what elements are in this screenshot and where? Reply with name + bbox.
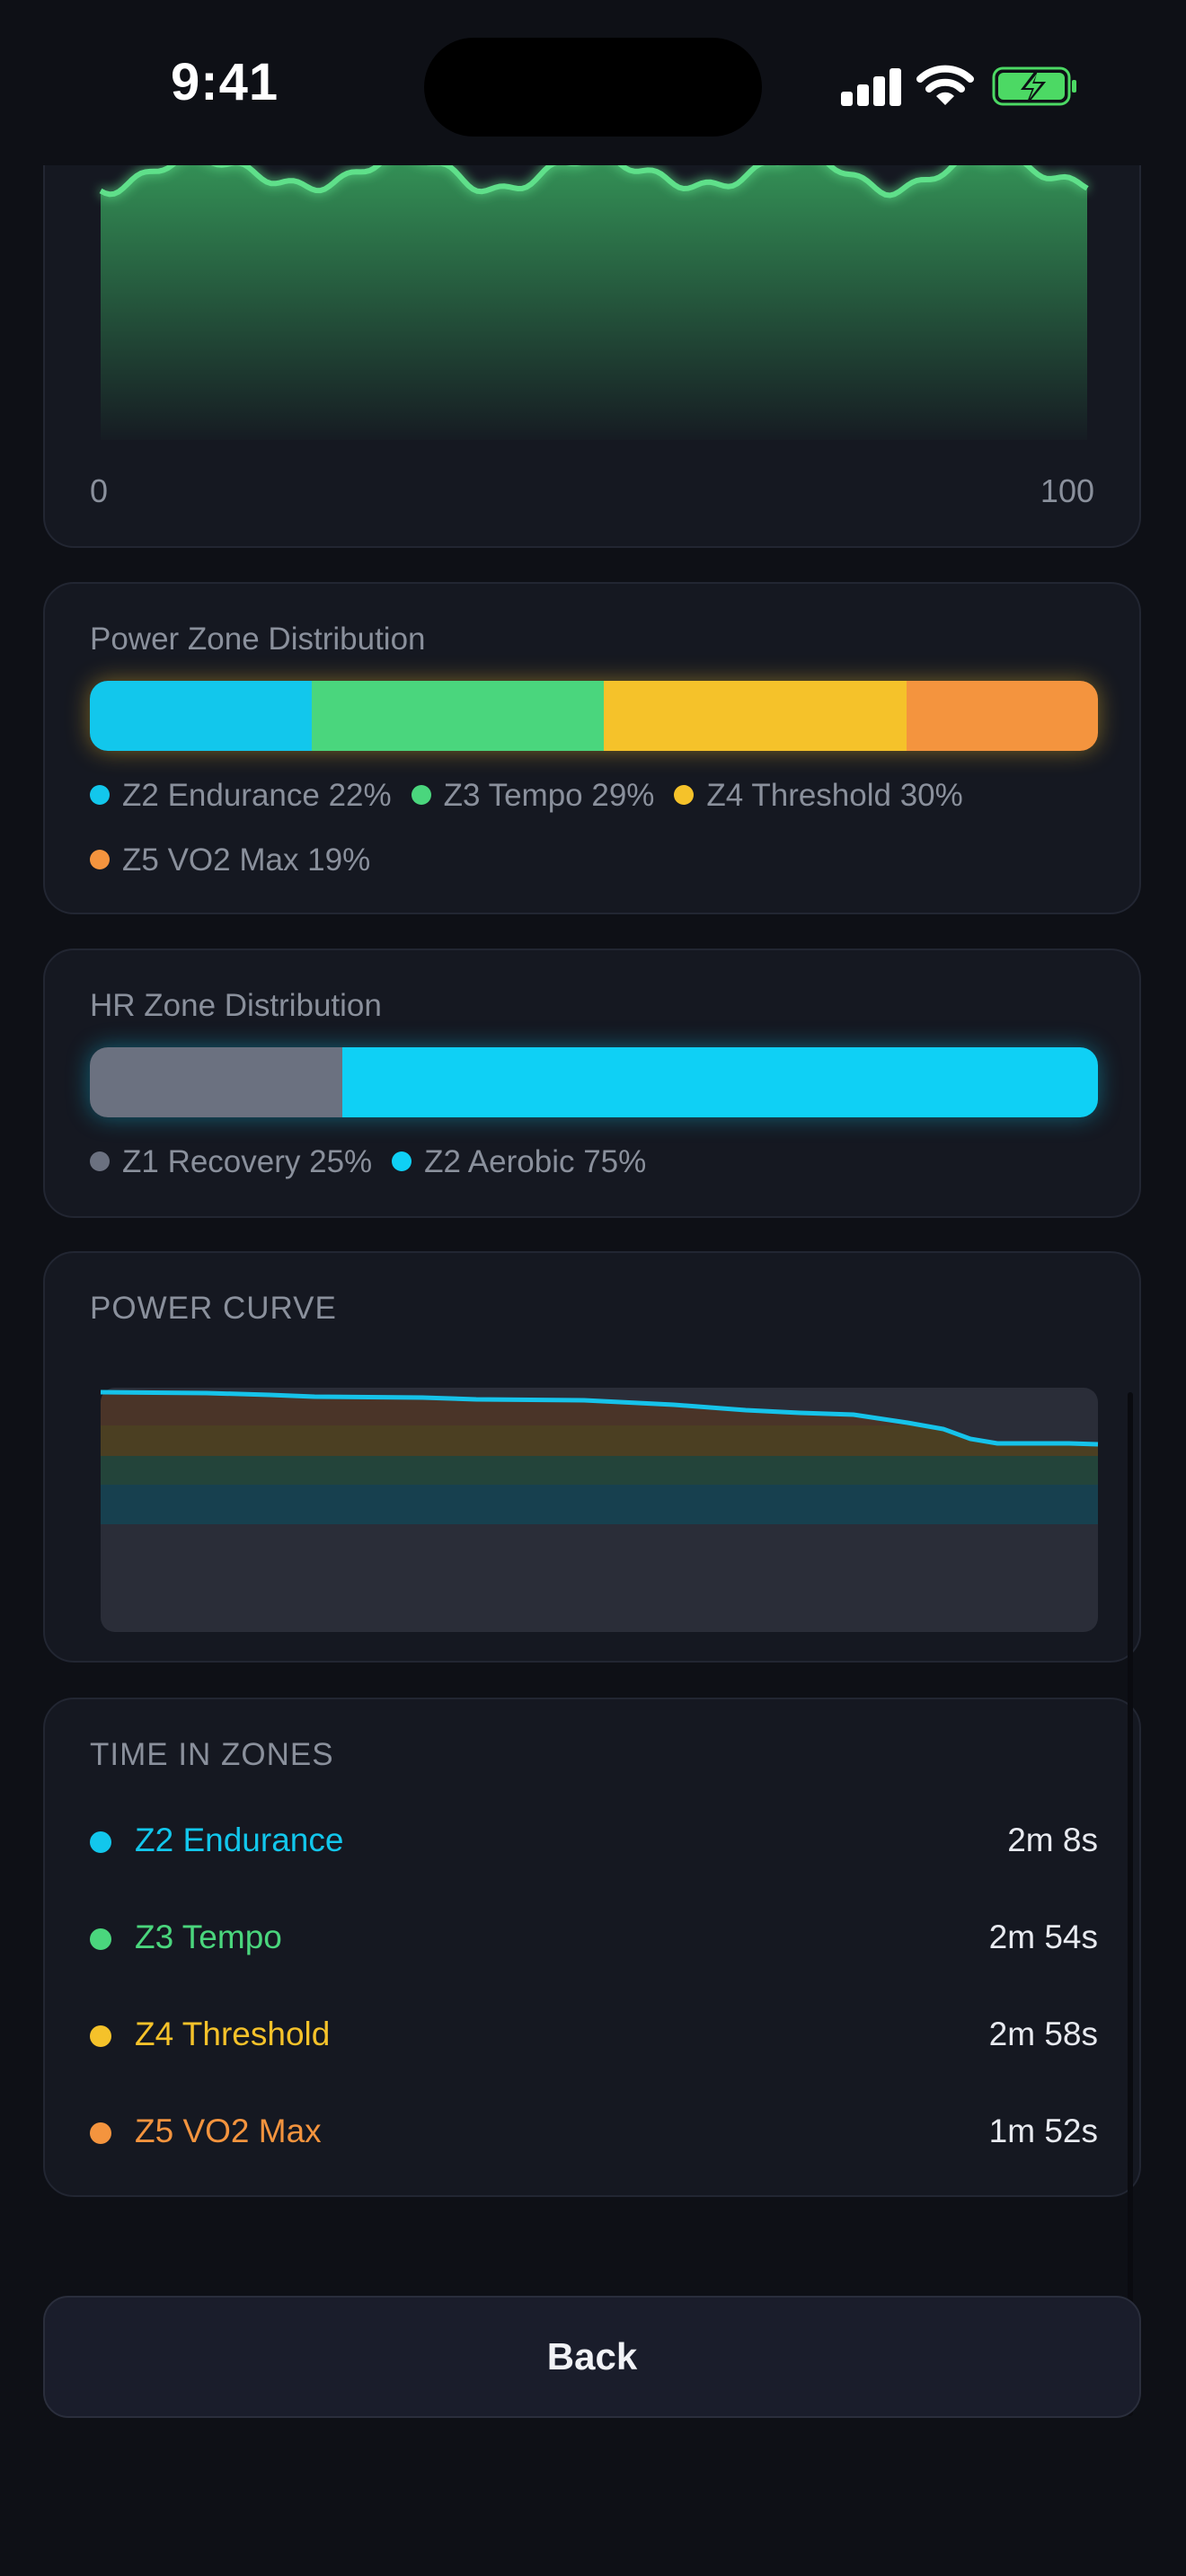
zone-segment (341, 1047, 1098, 1117)
zone-row-z5: Z5 VO2 Max 1m 52s (90, 2105, 1098, 2159)
zone-segment (90, 1047, 342, 1117)
zone-dot (90, 1928, 111, 1950)
zone-time: 1m 52s (988, 2113, 1098, 2149)
legend-label: Z1 Recovery 25% (122, 1144, 373, 1179)
time-in-zones-card: TIME IN ZONES Z2 Endurance 2m 8s Z3 Temp… (43, 1698, 1141, 2197)
hr-chart-card: 0 100 (43, 135, 1141, 548)
time-in-zones-title: TIME IN ZONES (90, 1737, 334, 1772)
zone-time: 2m 58s (988, 2016, 1098, 2052)
hr-area-fill (101, 150, 1087, 440)
zone-dot (90, 2025, 111, 2047)
cellular-signal-icon (841, 66, 902, 106)
battery-charging-icon (992, 66, 1076, 106)
wifi-icon (916, 65, 974, 105)
x-axis-end-label: 100 (1040, 472, 1094, 509)
legend-label: Z2 Aerobic 75% (424, 1144, 647, 1179)
legend-dot (392, 1151, 412, 1171)
power-zone-bar (90, 681, 1098, 751)
scrollbar[interactable] (1128, 1392, 1133, 2416)
hr-area-chart (99, 147, 1089, 440)
zone-row-z4: Z4 Threshold 2m 58s (90, 2008, 1098, 2062)
hr-zone-title: HR Zone Distribution (90, 988, 382, 1023)
power-zone-title: Power Zone Distribution (90, 622, 426, 657)
dynamic-island (424, 38, 762, 137)
power-zone-legend: Z2 Endurance 22% Z3 Tempo 29% Z4 Threshold… (90, 763, 1098, 893)
zone-name: Z5 VO2 Max (135, 2113, 322, 2149)
legend-label: Z4 Threshold 30% (706, 778, 963, 813)
zone-time: 2m 54s (988, 1919, 1098, 1955)
legend-label: Z5 VO2 Max 19% (122, 842, 371, 878)
legend-label: Z3 Tempo 29% (443, 778, 655, 813)
zone-band-z3 (101, 1456, 1098, 1485)
legend-item: Z4 Threshold 30% (674, 763, 963, 828)
zone-segment (90, 681, 312, 751)
zone-dot (90, 2122, 111, 2144)
legend-item: Z2 Endurance 22% (90, 763, 392, 828)
hr-zone-bar (90, 1047, 1098, 1117)
zone-segment (906, 681, 1098, 751)
zone-band-z2 (101, 1485, 1098, 1524)
power-curve-chart (100, 1388, 1099, 1632)
zone-segment (311, 681, 605, 751)
hr-zone-legend: Z1 Recovery 25% Z2 Aerobic 75% (90, 1130, 1098, 1195)
power-curve-card: POWER CURVE (43, 1251, 1141, 1663)
legend-item: Z2 Aerobic 75% (392, 1130, 646, 1195)
zone-segment (604, 681, 907, 751)
legend-dot (90, 784, 110, 805)
status-time: 9:41 (171, 53, 279, 111)
legend-dot (411, 784, 431, 805)
status-bar: 9:41 (0, 0, 1186, 165)
zone-dot (90, 1831, 111, 1853)
zone-name: Z2 Endurance (135, 1822, 344, 1858)
legend-dot (90, 1151, 110, 1171)
zone-time: 2m 8s (1007, 1822, 1098, 1858)
x-axis-start-label: 0 (90, 472, 109, 509)
legend-label: Z2 Endurance 22% (122, 778, 392, 813)
legend-dot (90, 849, 110, 869)
back-button[interactable]: Back (43, 2296, 1141, 2418)
legend-dot (674, 784, 695, 805)
legend-item: Z3 Tempo 29% (411, 763, 655, 828)
zone-row-z3: Z3 Tempo 2m 54s (90, 1911, 1098, 1965)
legend-item: Z1 Recovery 25% (90, 1130, 372, 1195)
zone-row-z2: Z2 Endurance 2m 8s (90, 1814, 1098, 1868)
hr-zone-card: HR Zone Distribution Z1 Recovery 25% Z2 A… (43, 948, 1141, 1218)
zone-name: Z4 Threshold (135, 2016, 331, 2052)
legend-item: Z5 VO2 Max 19% (90, 828, 370, 893)
power-zone-card: Power Zone Distribution Z2 Endurance 22%… (43, 582, 1141, 914)
zone-name: Z3 Tempo (135, 1919, 282, 1955)
